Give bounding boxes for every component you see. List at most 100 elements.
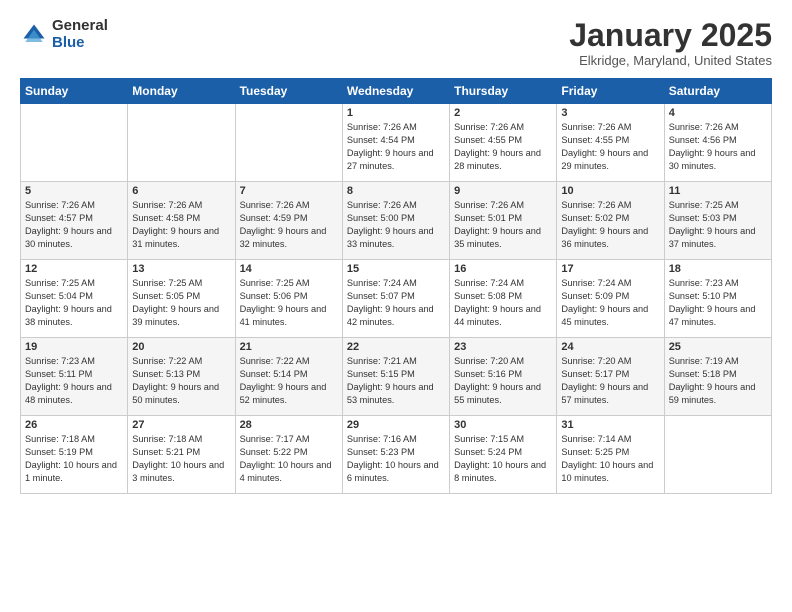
day-number: 17 [561, 263, 659, 275]
day-number: 9 [454, 185, 552, 197]
calendar-cell: 16Sunrise: 7:24 AM Sunset: 5:08 PM Dayli… [450, 260, 557, 338]
day-number: 18 [669, 263, 767, 275]
calendar-cell: 13 Sunrise: 7:25 AM Sunset: 5:05 PM Dayli… [128, 260, 235, 338]
calendar-cell: 17 Sunrise: 7:24 AM Sunset: 5:09 PM Dayli… [557, 260, 664, 338]
day-number: 2 [454, 107, 552, 119]
day-info: Sunrise: 7:20 AM Sunset: 5:17 PM Dayligh… [561, 355, 659, 407]
calendar-cell: 6 Sunrise: 7:26 AM Sunset: 4:58 PM Daylig… [128, 182, 235, 260]
calendar-cell: 10Sunrise: 7:26 AM Sunset: 5:02 PM Dayli… [557, 182, 664, 260]
calendar-cell: 14Sunrise: 7:25 AM Sunset: 5:06 PM Dayli… [235, 260, 342, 338]
day-number: 8 [347, 185, 445, 197]
logo-blue: Blue [52, 35, 108, 52]
day-number: 13 [132, 263, 230, 275]
calendar-cell: 20 Sunrise: 7:22 AM Sunset: 5:13 PM Dayli… [128, 338, 235, 416]
calendar-cell [128, 104, 235, 182]
logo-icon [20, 21, 48, 49]
calendar-cell: 25Sunrise: 7:19 AM Sunset: 5:18 PM Dayli… [664, 338, 771, 416]
day-info: Sunrise: 7:26 AM Sunset: 4:56 PM Dayligh… [669, 121, 767, 173]
header-saturday: Saturday [664, 79, 771, 104]
day-number: 11 [669, 185, 767, 197]
calendar-page: General Blue January 2025 Elkridge, Mary… [0, 0, 792, 612]
day-info: Sunrise: 7:25 AM Sunset: 5:03 PM Dayligh… [669, 199, 767, 251]
week-row-2: 5 Sunrise: 7:26 AM Sunset: 4:57 PM Daylig… [21, 182, 772, 260]
week-row-5: 26 Sunrise: 7:18 AM Sunset: 5:19 PM Dayli… [21, 416, 772, 494]
day-number: 24 [561, 341, 659, 353]
calendar-cell: 3 Sunrise: 7:26 AM Sunset: 4:55 PM Daylig… [557, 104, 664, 182]
day-number: 30 [454, 419, 552, 431]
day-number: 7 [240, 185, 338, 197]
calendar-table: Sunday Monday Tuesday Wednesday Thursday… [20, 78, 772, 494]
day-number: 29 [347, 419, 445, 431]
day-number: 3 [561, 107, 659, 119]
location: Elkridge, Maryland, United States [569, 53, 772, 68]
day-info: Sunrise: 7:20 AM Sunset: 5:16 PM Dayligh… [454, 355, 552, 407]
day-info: Sunrise: 7:22 AM Sunset: 5:14 PM Dayligh… [240, 355, 338, 407]
day-number: 15 [347, 263, 445, 275]
day-number: 20 [132, 341, 230, 353]
day-info: Sunrise: 7:26 AM Sunset: 4:58 PM Dayligh… [132, 199, 230, 251]
calendar-cell: 29Sunrise: 7:16 AM Sunset: 5:23 PM Dayli… [342, 416, 449, 494]
day-number: 28 [240, 419, 338, 431]
week-row-1: 1 Sunrise: 7:26 AM Sunset: 4:54 PM Daylig… [21, 104, 772, 182]
day-number: 5 [25, 185, 123, 197]
day-number: 14 [240, 263, 338, 275]
calendar-cell: 26 Sunrise: 7:18 AM Sunset: 5:19 PM Dayli… [21, 416, 128, 494]
day-info: Sunrise: 7:25 AM Sunset: 5:05 PM Dayligh… [132, 277, 230, 329]
day-number: 19 [25, 341, 123, 353]
logo: General Blue [20, 18, 108, 51]
calendar-cell: 1 Sunrise: 7:26 AM Sunset: 4:54 PM Daylig… [342, 104, 449, 182]
day-info: Sunrise: 7:26 AM Sunset: 4:55 PM Dayligh… [454, 121, 552, 173]
page-header: General Blue January 2025 Elkridge, Mary… [20, 18, 772, 68]
day-info: Sunrise: 7:23 AM Sunset: 5:11 PM Dayligh… [25, 355, 123, 407]
day-info: Sunrise: 7:24 AM Sunset: 5:09 PM Dayligh… [561, 277, 659, 329]
day-info: Sunrise: 7:18 AM Sunset: 5:21 PM Dayligh… [132, 433, 230, 485]
calendar-cell: 4 Sunrise: 7:26 AM Sunset: 4:56 PM Daylig… [664, 104, 771, 182]
title-block: January 2025 Elkridge, Maryland, United … [569, 18, 772, 68]
calendar-cell: 28 Sunrise: 7:17 AM Sunset: 5:22 PM Dayli… [235, 416, 342, 494]
day-number: 25 [669, 341, 767, 353]
day-info: Sunrise: 7:25 AM Sunset: 5:04 PM Dayligh… [25, 277, 123, 329]
header-friday: Friday [557, 79, 664, 104]
day-info: Sunrise: 7:18 AM Sunset: 5:19 PM Dayligh… [25, 433, 123, 485]
header-monday: Monday [128, 79, 235, 104]
day-info: Sunrise: 7:15 AM Sunset: 5:24 PM Dayligh… [454, 433, 552, 485]
day-number: 6 [132, 185, 230, 197]
day-info: Sunrise: 7:17 AM Sunset: 5:22 PM Dayligh… [240, 433, 338, 485]
day-number: 22 [347, 341, 445, 353]
day-info: Sunrise: 7:26 AM Sunset: 5:01 PM Dayligh… [454, 199, 552, 251]
logo-general: General [52, 18, 108, 35]
day-number: 21 [240, 341, 338, 353]
calendar-cell: 11 Sunrise: 7:25 AM Sunset: 5:03 PM Dayli… [664, 182, 771, 260]
day-info: Sunrise: 7:26 AM Sunset: 4:59 PM Dayligh… [240, 199, 338, 251]
header-tuesday: Tuesday [235, 79, 342, 104]
day-number: 23 [454, 341, 552, 353]
calendar-cell: 27Sunrise: 7:18 AM Sunset: 5:21 PM Dayli… [128, 416, 235, 494]
day-info: Sunrise: 7:22 AM Sunset: 5:13 PM Dayligh… [132, 355, 230, 407]
header-thursday: Thursday [450, 79, 557, 104]
calendar-cell: 19 Sunrise: 7:23 AM Sunset: 5:11 PM Dayli… [21, 338, 128, 416]
month-title: January 2025 [569, 18, 772, 53]
day-number: 26 [25, 419, 123, 431]
calendar-cell: 30 Sunrise: 7:15 AM Sunset: 5:24 PM Dayli… [450, 416, 557, 494]
calendar-cell: 5 Sunrise: 7:26 AM Sunset: 4:57 PM Daylig… [21, 182, 128, 260]
day-info: Sunrise: 7:26 AM Sunset: 4:55 PM Dayligh… [561, 121, 659, 173]
day-number: 16 [454, 263, 552, 275]
day-number: 4 [669, 107, 767, 119]
day-number: 1 [347, 107, 445, 119]
calendar-cell: 22Sunrise: 7:21 AM Sunset: 5:15 PM Dayli… [342, 338, 449, 416]
day-info: Sunrise: 7:14 AM Sunset: 5:25 PM Dayligh… [561, 433, 659, 485]
week-row-4: 19 Sunrise: 7:23 AM Sunset: 5:11 PM Dayli… [21, 338, 772, 416]
calendar-cell: 18Sunrise: 7:23 AM Sunset: 5:10 PM Dayli… [664, 260, 771, 338]
calendar-cell: 23 Sunrise: 7:20 AM Sunset: 5:16 PM Dayli… [450, 338, 557, 416]
header-wednesday: Wednesday [342, 79, 449, 104]
day-info: Sunrise: 7:24 AM Sunset: 5:07 PM Dayligh… [347, 277, 445, 329]
day-info: Sunrise: 7:26 AM Sunset: 5:00 PM Dayligh… [347, 199, 445, 251]
day-info: Sunrise: 7:26 AM Sunset: 4:57 PM Dayligh… [25, 199, 123, 251]
weekday-header-row: Sunday Monday Tuesday Wednesday Thursday… [21, 79, 772, 104]
day-info: Sunrise: 7:26 AM Sunset: 4:54 PM Dayligh… [347, 121, 445, 173]
day-info: Sunrise: 7:26 AM Sunset: 5:02 PM Dayligh… [561, 199, 659, 251]
calendar-cell: 2 Sunrise: 7:26 AM Sunset: 4:55 PM Daylig… [450, 104, 557, 182]
calendar-cell [21, 104, 128, 182]
calendar-cell: 31Sunrise: 7:14 AM Sunset: 5:25 PM Dayli… [557, 416, 664, 494]
calendar-cell: 8 Sunrise: 7:26 AM Sunset: 5:00 PM Daylig… [342, 182, 449, 260]
